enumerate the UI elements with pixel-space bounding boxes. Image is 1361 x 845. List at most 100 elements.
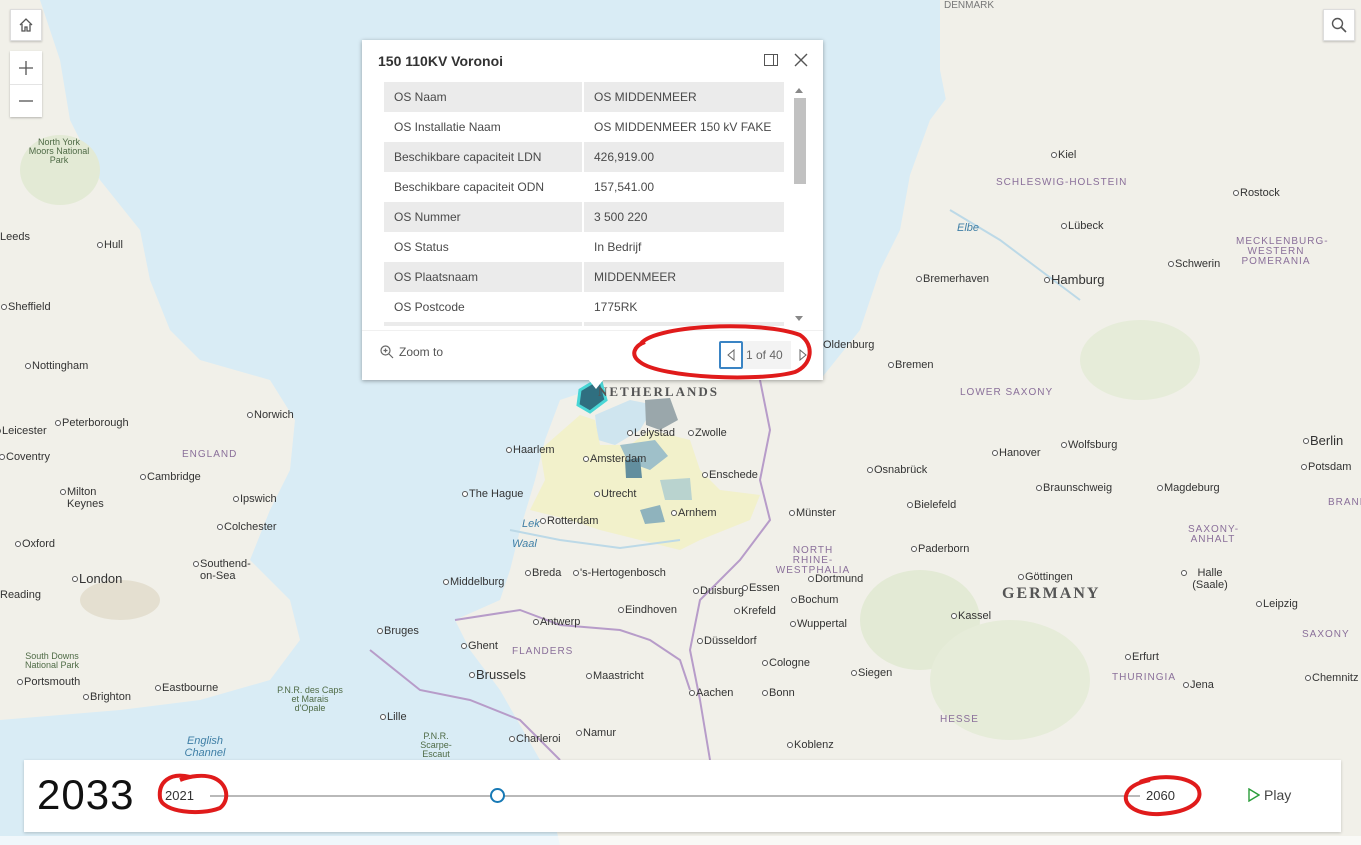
- map-label-south-downs: South Downs National Park: [24, 651, 80, 670]
- close-button[interactable]: [794, 53, 808, 67]
- map-label-eindhoven: Eindhoven: [618, 604, 677, 616]
- map-label-waal: Waal: [512, 538, 537, 550]
- map-label-bruges: Bruges: [377, 625, 419, 637]
- map-label-hamburg: Hamburg: [1043, 272, 1105, 287]
- home-button[interactable]: [10, 9, 42, 41]
- map-label-bielefeld: Bielefeld: [906, 499, 957, 511]
- pager-count: 1 of 40: [743, 341, 791, 369]
- map-label-bochum: Bochum: [790, 594, 839, 606]
- search-icon: [1331, 17, 1347, 33]
- zoom-in-button[interactable]: [10, 51, 42, 84]
- slider-thumb[interactable]: [490, 788, 506, 803]
- map-label-hull: Hull: [97, 239, 123, 251]
- map-label-english-channel: English Channel: [184, 735, 226, 759]
- map-label-berlin: Berlin: [1302, 433, 1344, 448]
- map-label-zwolle: Zwolle: [688, 427, 727, 439]
- scroll-down-icon[interactable]: [795, 316, 803, 321]
- map-label-lubeck: Lübeck: [1060, 220, 1104, 232]
- table-row: OS Naam OS MIDDENMEER: [384, 82, 784, 112]
- map-label-brussels: Brussels: [469, 667, 526, 682]
- map-label-bremen: Bremen: [888, 359, 934, 371]
- attr-label: OS Naam: [384, 82, 584, 112]
- time-slider: 2033 2021 2060 Play: [24, 760, 1341, 832]
- map-label-southend: Southend-on-Sea: [193, 558, 258, 582]
- previous-feature-button[interactable]: [719, 341, 743, 369]
- attr-value: 157,541.00: [594, 180, 655, 194]
- map-label-leeds: Leeds: [0, 231, 30, 243]
- map-label-pnr-caps: P.N.R. des Caps et Marais d'Opale: [277, 685, 343, 713]
- dock-button[interactable]: [764, 53, 778, 67]
- home-icon: [19, 18, 33, 32]
- map-label-chemnitz: Chemnitz: [1304, 672, 1359, 684]
- map-label-saxony-anhalt: SAXONY-ANHALT: [1188, 524, 1240, 545]
- minus-icon: [19, 100, 33, 102]
- attribution-bar: [0, 836, 1361, 845]
- popup-footer: Zoom to 1 of 40: [362, 330, 823, 380]
- map-label-netherlands: NETHERLANDS: [598, 384, 719, 399]
- map-label-brighton: Brighton: [83, 691, 131, 703]
- play-button[interactable]: Play: [1248, 787, 1291, 803]
- map-label-oldenburg: Oldenburg: [815, 339, 875, 351]
- map-label-koblenz: Koblenz: [787, 739, 834, 751]
- map-label-rostock: Rostock: [1233, 187, 1280, 199]
- attr-label: OS Status: [384, 232, 584, 262]
- map-label-magdeburg: Magdeburg: [1157, 482, 1220, 494]
- map-label-leipzig: Leipzig: [1256, 598, 1298, 610]
- map-label-duisburg: Duisburg: [692, 585, 745, 597]
- map-label-potsdam: Potsdam: [1300, 461, 1352, 473]
- map-label-north-york-moors: North York Moors National Park: [28, 137, 90, 165]
- map-label-nrw: NORTH RHINE-WESTPHALIA: [775, 545, 851, 576]
- attr-value: OS MIDDENMEER 150 kV FAKE: [594, 120, 772, 134]
- map-label-enschede: Enschede: [702, 469, 758, 481]
- map-label-krefeld: Krefeld: [734, 605, 776, 617]
- map-label-paderborn: Paderborn: [910, 543, 970, 555]
- map-label-wolfsburg: Wolfsburg: [1060, 439, 1118, 451]
- zoom-to-button[interactable]: Zoom to: [380, 345, 443, 359]
- attr-label: Beschikbare capaciteit LDN: [384, 142, 584, 172]
- map-label-dortmund: Dortmund: [807, 573, 864, 585]
- table-row: OS Status In Bedrijf: [384, 232, 784, 262]
- scroll-thumb[interactable]: [794, 98, 806, 184]
- attribute-table[interactable]: OS Naam OS MIDDENMEER OS Installatie Naam…: [384, 82, 784, 326]
- zoom-to-icon: [380, 345, 394, 359]
- table-row: [384, 322, 784, 326]
- play-label: Play: [1264, 787, 1292, 803]
- attr-label: OS Postcode: [384, 292, 584, 322]
- popup-scrollbar[interactable]: [792, 84, 806, 326]
- map-label-leicester: Leicester: [0, 425, 47, 437]
- popup-pointer: [588, 379, 604, 389]
- map-label-antwerp: Antwerp: [532, 616, 581, 628]
- next-feature-button[interactable]: [791, 341, 815, 369]
- feature-popup: 150 110KV Voronoi OS Naam OS MIDDENMEER O…: [362, 40, 823, 389]
- search-button[interactable]: [1323, 9, 1355, 41]
- map-label-lelystad: Lelystad: [627, 427, 675, 439]
- close-icon: [794, 53, 808, 67]
- table-row: Beschikbare capaciteit ODN 157,541.00: [384, 172, 784, 202]
- dock-icon: [764, 54, 778, 66]
- map-label-schleswig: SCHLESWIG-HOLSTEIN: [996, 178, 1126, 188]
- chevron-left-icon: [727, 349, 735, 361]
- map-label-haarlem: Haarlem: [506, 444, 555, 456]
- zoom-out-button[interactable]: [10, 84, 42, 117]
- chevron-right-icon: [799, 349, 807, 361]
- map-label-kassel: Kassel: [950, 610, 992, 622]
- map-label-flanders: FLANDERS: [512, 646, 574, 657]
- map-label-amsterdam: Amsterdam: [582, 453, 647, 465]
- map-label-brand: BRAND: [1328, 497, 1361, 508]
- map-label-oxford: Oxford: [14, 538, 56, 550]
- map-label-kiel: Kiel: [1050, 149, 1077, 161]
- map-label-norwich: Norwich: [247, 409, 294, 421]
- map-label-namur: Namur: [575, 727, 617, 739]
- map-label-denmark: DENMARK: [944, 0, 995, 11]
- scroll-up-icon[interactable]: [795, 88, 803, 93]
- map-label-siegen: Siegen: [850, 667, 893, 679]
- map-label-ipswich: Ipswich: [233, 493, 277, 505]
- map-label-jena: Jena: [1183, 679, 1214, 691]
- map-label-utrecht: Utrecht: [593, 488, 637, 500]
- map-label-reading: Reading: [0, 589, 41, 601]
- slider-track[interactable]: [210, 795, 1140, 797]
- attr-label: OS Installatie Naam: [384, 112, 584, 142]
- map-label-arnhem: Arnhem: [671, 507, 717, 519]
- map-label-rotterdam: Rotterdam: [539, 515, 599, 527]
- map-label-the-hague: The Hague: [461, 488, 524, 500]
